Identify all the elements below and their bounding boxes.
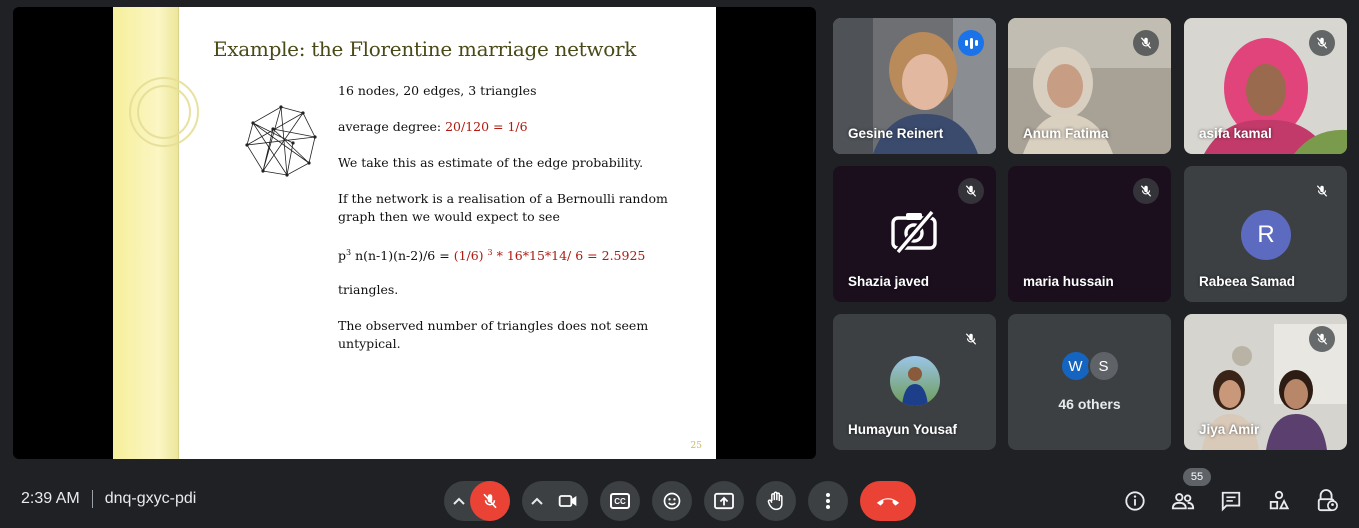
camera-off-icon bbox=[891, 210, 937, 254]
participant-name: Shazia javed bbox=[848, 274, 930, 289]
slide-title: Example: the Florentine marriage network bbox=[213, 37, 637, 61]
activities-button[interactable] bbox=[1266, 488, 1292, 514]
participant-tile[interactable]: maria hussain bbox=[1008, 166, 1171, 302]
reactions-button[interactable] bbox=[652, 481, 692, 521]
slide-line-observed-1: The observed number of triangles does no… bbox=[338, 318, 649, 333]
lock-person-icon bbox=[1317, 489, 1338, 512]
participant-tile[interactable]: Gesine Reinert bbox=[833, 18, 996, 154]
video-options-chevron-up-icon[interactable] bbox=[528, 492, 546, 510]
divider bbox=[91, 490, 93, 508]
avatar: W bbox=[1059, 350, 1092, 382]
present-screen-icon bbox=[714, 492, 734, 510]
mic-toggle-button[interactable] bbox=[470, 481, 510, 521]
participant-name: maria hussain bbox=[1023, 274, 1114, 289]
meeting-info: 2:39 AM dnq-gxyc-pdi bbox=[21, 490, 196, 508]
network-graph-icon bbox=[245, 105, 317, 177]
presentation-area: Example: the Florentine marriage network… bbox=[13, 7, 816, 459]
camera-toggle-button[interactable] bbox=[548, 481, 588, 521]
chat-button[interactable] bbox=[1218, 488, 1244, 514]
leave-call-button[interactable] bbox=[860, 481, 916, 521]
participant-tile[interactable]: Shazia javed bbox=[833, 166, 996, 302]
meeting-time: 2:39 AM bbox=[21, 490, 80, 507]
mic-off-icon bbox=[1133, 30, 1159, 56]
mic-off-icon bbox=[1309, 178, 1335, 204]
people-button[interactable] bbox=[1170, 488, 1196, 514]
more-options-button[interactable] bbox=[808, 481, 848, 521]
slide: Example: the Florentine marriage network… bbox=[113, 7, 716, 459]
mic-off-icon bbox=[483, 493, 497, 509]
audio-options-chevron-up-icon[interactable] bbox=[450, 492, 468, 510]
slide-line-degree: average degree: 20/120 = 1/6 bbox=[338, 119, 528, 134]
chat-icon bbox=[1221, 491, 1241, 512]
host-controls-button[interactable] bbox=[1314, 488, 1340, 514]
slide-line-observed-2: untypical. bbox=[338, 336, 401, 351]
meet-window: Example: the Florentine marriage network… bbox=[0, 0, 1359, 528]
mic-off-icon bbox=[1309, 30, 1335, 56]
participant-tile[interactable]: asifa kamal bbox=[1184, 18, 1347, 154]
present-button[interactable] bbox=[704, 481, 744, 521]
video-camera-icon bbox=[558, 495, 577, 507]
speaking-indicator-icon bbox=[958, 30, 984, 56]
participant-name: Jiya Amir bbox=[1199, 422, 1260, 437]
slide-decoration bbox=[113, 7, 199, 459]
avatar: S bbox=[1087, 350, 1120, 382]
activities-shapes-icon bbox=[1269, 490, 1290, 510]
participant-tile[interactable]: Jiya Amir bbox=[1184, 314, 1347, 450]
avatar: R bbox=[1241, 210, 1291, 260]
people-count-badge: 55 bbox=[1183, 468, 1211, 486]
participant-name: Rabeea Samad bbox=[1199, 274, 1296, 289]
meeting-details-button[interactable] bbox=[1122, 488, 1148, 514]
others-count: 46 others bbox=[1058, 396, 1121, 412]
participant-tile[interactable]: Anum Fatima bbox=[1008, 18, 1171, 154]
mic-off-icon bbox=[958, 326, 984, 352]
raise-hand-button[interactable] bbox=[756, 481, 796, 521]
participant-name: Gesine Reinert bbox=[848, 126, 944, 141]
participant-tile[interactable]: Humayun Yousaf bbox=[833, 314, 996, 450]
participant-name: Humayun Yousaf bbox=[848, 422, 958, 437]
slide-line-estimate: We take this as estimate of the edge pro… bbox=[338, 155, 644, 170]
mic-off-icon bbox=[1133, 178, 1159, 204]
more-vert-icon bbox=[826, 493, 830, 509]
info-icon bbox=[1125, 491, 1145, 511]
slide-formula: p3 n(n-1)(n-2)/6 = (1/6) 3 * 16*15*14/ 6… bbox=[338, 248, 646, 263]
captions-button[interactable]: CC bbox=[600, 481, 640, 521]
participant-tile[interactable]: R Rabeea Samad bbox=[1184, 166, 1347, 302]
slide-line-triangles: triangles. bbox=[338, 282, 399, 297]
captions-icon: CC bbox=[610, 493, 630, 509]
emoji-icon bbox=[663, 492, 681, 510]
avatar bbox=[890, 356, 940, 406]
slide-line-bernoulli-1: If the network is a realisation of a Ber… bbox=[338, 191, 668, 206]
mic-off-icon bbox=[1309, 326, 1335, 352]
meeting-code[interactable]: dnq-gxyc-pdi bbox=[105, 490, 197, 508]
hand-icon bbox=[767, 491, 783, 511]
slide-page-number: 25 bbox=[690, 441, 702, 451]
participant-name: Anum Fatima bbox=[1023, 126, 1109, 141]
slide-line-bernoulli-2: graph then we would expect to see bbox=[338, 209, 560, 224]
slide-line-nodes: 16 nodes, 20 edges, 3 triangles bbox=[338, 83, 537, 98]
others-tile[interactable]: WS 46 others bbox=[1008, 314, 1171, 450]
people-icon bbox=[1171, 493, 1195, 510]
others-avatars: WS bbox=[1008, 350, 1171, 382]
phone-hangup-icon bbox=[876, 498, 900, 506]
participant-name: asifa kamal bbox=[1199, 126, 1272, 141]
mic-off-icon bbox=[958, 178, 984, 204]
